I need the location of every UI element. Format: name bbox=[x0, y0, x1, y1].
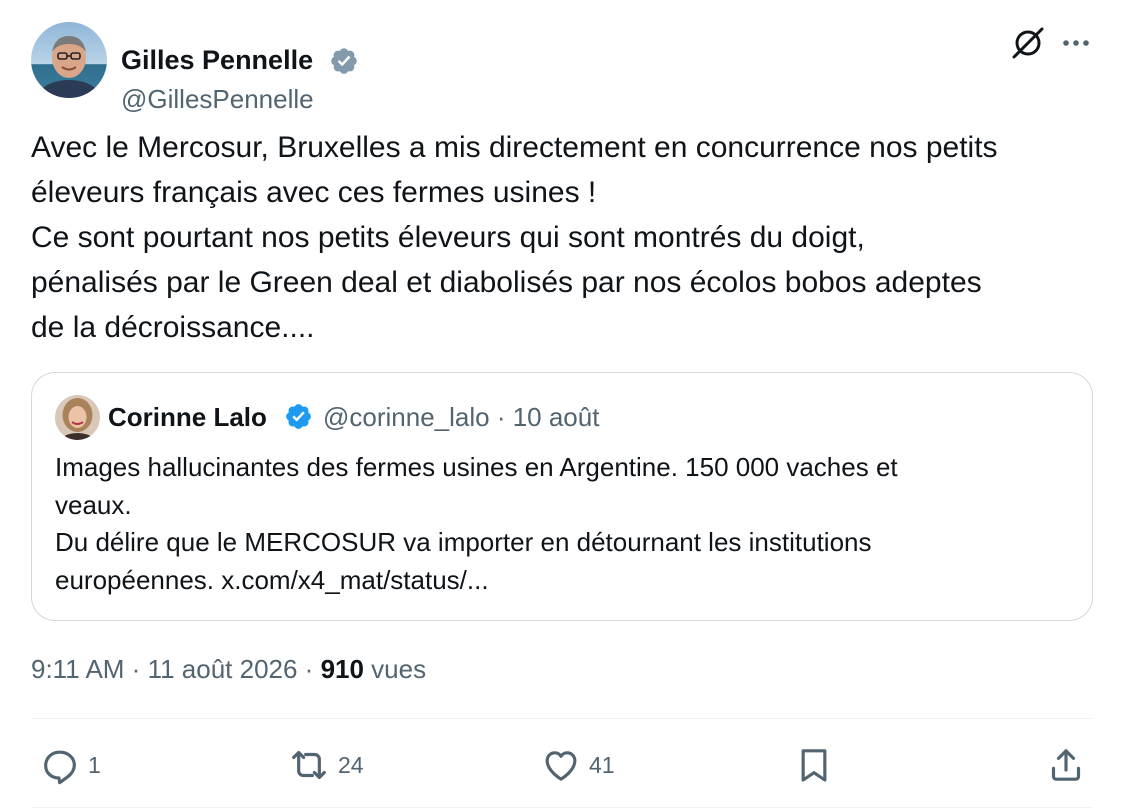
reply-icon bbox=[40, 745, 80, 785]
more-icon[interactable] bbox=[1059, 28, 1093, 58]
tweet-text-line: éleveurs français avec ces fermes usines… bbox=[31, 176, 597, 209]
verified-badge-icon[interactable] bbox=[284, 402, 313, 431]
tweet-text-line: Ce sont pourtant nos petits éleveurs qui… bbox=[31, 221, 865, 254]
views-count: 910 bbox=[320, 654, 364, 684]
quoted-text-line: Images hallucinantes des fermes usines e… bbox=[55, 452, 898, 482]
tweet-text-line: de la décroissance.... bbox=[31, 311, 315, 344]
tweet-meta: 9:11 AM · 11 août 2026 · 910 vues bbox=[31, 651, 426, 687]
like-button[interactable]: 41 bbox=[541, 740, 615, 790]
author-name[interactable]: Gilles Pennelle bbox=[121, 43, 313, 77]
divider bbox=[31, 807, 1093, 808]
grok-icon[interactable] bbox=[1010, 25, 1046, 61]
share-icon bbox=[1046, 745, 1086, 785]
share-button[interactable] bbox=[1046, 740, 1086, 790]
repost-count: 24 bbox=[338, 752, 364, 778]
quoted-tweet-text: Images hallucinantes des fermes usines e… bbox=[55, 449, 1065, 599]
bookmark-icon bbox=[794, 745, 834, 785]
bookmark-button[interactable] bbox=[794, 740, 834, 790]
quoted-text-line: européennes. x.com/x4_mat/status/... bbox=[55, 564, 489, 595]
tweet-text: Avec le Mercosur, Bruxelles a mis direct… bbox=[31, 125, 1101, 350]
reply-count: 1 bbox=[88, 752, 101, 778]
repost-button[interactable]: 24 bbox=[288, 740, 364, 790]
quoted-author-handle-date[interactable]: @corinne_lalo · 10 août bbox=[323, 401, 599, 433]
like-count: 41 bbox=[589, 752, 615, 778]
tweet-timestamp[interactable]: 9:11 AM · 11 août 2026 · bbox=[31, 654, 321, 684]
tweet-text-line: Avec le Mercosur, Bruxelles a mis direct… bbox=[31, 131, 998, 164]
heart-icon bbox=[541, 745, 581, 785]
quoted-text-line: Du délire que le MERCOSUR va importer en… bbox=[55, 527, 872, 557]
author-handle[interactable]: @GillesPennelle bbox=[121, 83, 314, 115]
quoted-author-avatar bbox=[55, 395, 100, 440]
divider bbox=[31, 718, 1093, 719]
reply-button[interactable]: 1 bbox=[40, 740, 101, 790]
tweet-header: Gilles Pennelle @GillesPennelle bbox=[31, 22, 1093, 114]
author-avatar[interactable] bbox=[31, 22, 107, 98]
quoted-tweet-card[interactable]: Corinne Lalo @corinne_lalo · 10 août Ima… bbox=[31, 372, 1093, 621]
tweet-text-line: pénalisés par le Green deal et diabolisé… bbox=[31, 266, 982, 299]
quoted-author-name[interactable]: Corinne Lalo bbox=[108, 401, 267, 433]
repost-icon bbox=[288, 745, 330, 785]
views-label: vues bbox=[363, 654, 427, 684]
verified-badge-icon[interactable] bbox=[329, 46, 359, 76]
quoted-text-line: veaux. bbox=[55, 489, 132, 520]
